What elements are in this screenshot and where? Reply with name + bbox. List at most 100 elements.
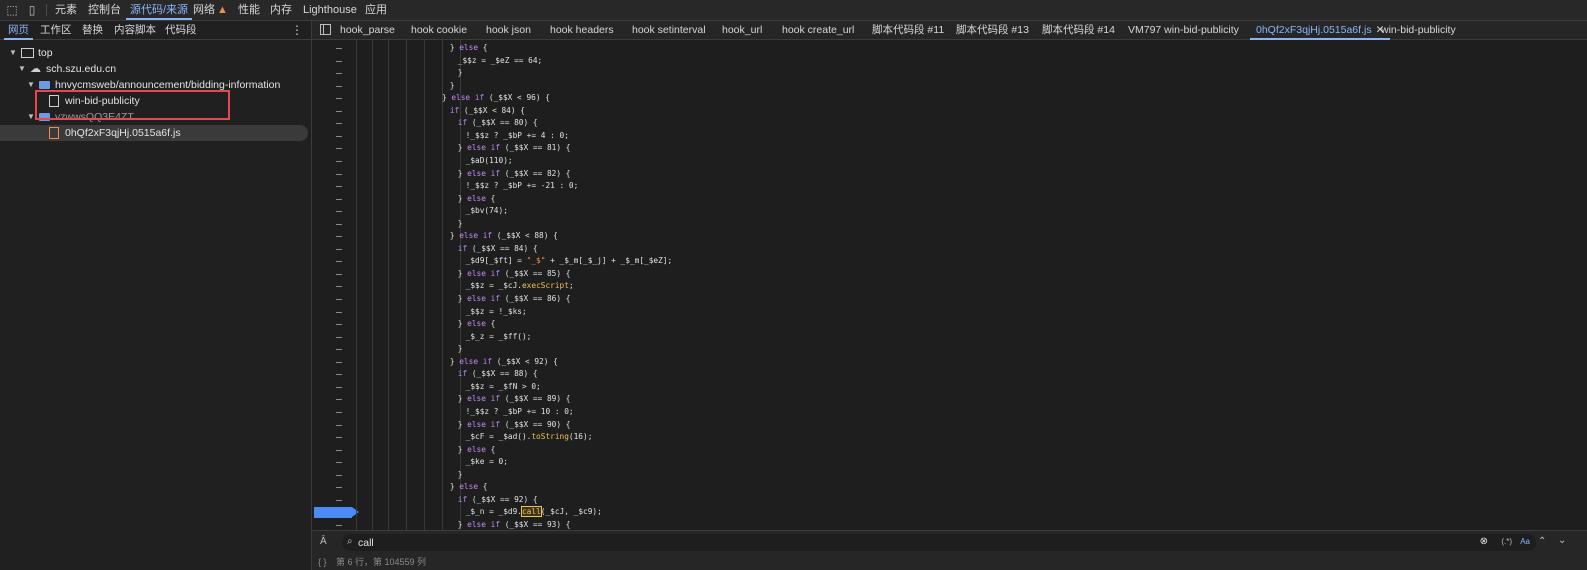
gutter-line-marker[interactable] [336, 135, 342, 137]
chevron-down-icon[interactable]: ▼ [9, 45, 17, 61]
editor-tab[interactable]: 脚本代码段 #11 [872, 21, 944, 39]
code-line: _$$z = _$cJ.execScript; [465, 281, 574, 291]
code-line: } else if (_$$X == 93) { [457, 519, 571, 529]
gutter-line-marker[interactable] [336, 110, 342, 112]
editor-tab[interactable]: hook_url [722, 21, 762, 39]
gutter-line-marker[interactable] [336, 474, 342, 476]
editor-tab[interactable]: 脚本代码段 #14 [1042, 21, 1115, 39]
editor-tab-label: 0hQf2xF3qjHj.0515a6f.js [1256, 24, 1372, 36]
gutter-line-marker[interactable] [336, 462, 342, 464]
gutter-line-marker[interactable] [336, 449, 342, 451]
code-line: } else { [457, 193, 496, 203]
tab-elements[interactable]: 元素 [55, 0, 77, 20]
gutter-line-marker[interactable] [336, 60, 342, 62]
code-line: } else if (_$$X == 82) { [457, 168, 571, 178]
editor-tab[interactable]: win-bid-publicity [1381, 21, 1456, 39]
tab-sources[interactable]: 源代码/来源 [125, 0, 193, 20]
tree-item-js-file[interactable]: 0hQf2xF3qjHj.0515a6f.js [0, 125, 308, 141]
gutter-line-marker[interactable] [336, 160, 342, 162]
code-editor[interactable]: } else {_$$z = _$eZ == 64;}}} else if (_… [312, 40, 1587, 530]
gutter-line-marker[interactable] [336, 85, 342, 87]
line-gutter[interactable] [312, 40, 359, 530]
gutter-line-marker[interactable] [336, 499, 342, 501]
gutter-line-marker[interactable] [336, 223, 342, 225]
tab-performance[interactable]: 性能 [238, 0, 260, 20]
gutter-line-marker[interactable] [336, 211, 342, 213]
gutter-line-marker[interactable] [336, 424, 342, 426]
gutter-line-marker[interactable] [336, 524, 342, 526]
tab-application[interactable]: 应用 [365, 0, 387, 20]
gutter-line-marker[interactable] [336, 173, 342, 175]
gutter-line-marker[interactable] [336, 273, 342, 275]
gutter-line-marker[interactable] [336, 411, 342, 413]
tab-lighthouse[interactable]: Lighthouse [303, 0, 357, 20]
editor-tab[interactable]: hook headers [550, 21, 614, 39]
gutter-line-marker[interactable] [336, 311, 342, 313]
gutter-line-marker[interactable] [336, 437, 342, 439]
match-case-toggle[interactable]: Aa [1520, 537, 1530, 546]
gutter-line-marker[interactable] [336, 336, 342, 338]
gutter-line-marker[interactable] [336, 123, 342, 125]
device-toolbar-icon[interactable]: ▯ [25, 3, 39, 17]
gutter-line-marker[interactable] [336, 386, 342, 388]
chevron-down-icon[interactable]: ⌄ [1558, 535, 1566, 546]
gutter-line-marker[interactable] [336, 487, 342, 489]
tab-workspace[interactable]: 工作区 [40, 21, 72, 39]
gutter-line-marker[interactable] [336, 324, 342, 326]
tree-item-top[interactable]: ▼ top [0, 45, 311, 61]
tab-overrides[interactable]: 替换 [82, 21, 103, 39]
code-line: if (_$$X == 88) { [457, 369, 538, 379]
indent-guide [388, 40, 389, 530]
code-line: _$$z = !_$ks; [465, 306, 527, 316]
gutter-line-marker[interactable] [336, 399, 342, 401]
regex-toggle[interactable]: (.*) [1501, 537, 1512, 546]
editor-tab[interactable]: hook_parse [340, 21, 395, 39]
clear-icon[interactable]: ⊗ [1480, 536, 1488, 547]
code-line: } else if (_$$X < 88) { [449, 231, 558, 241]
chevron-up-icon[interactable]: ⌃ [1538, 536, 1546, 547]
tab-network[interactable]: 网络 ▲ [193, 0, 228, 20]
gutter-line-marker[interactable] [336, 374, 342, 376]
code-line: } else if (_$$X < 96) { [441, 93, 550, 103]
code-line: if (_$$X < 84) { [449, 105, 525, 115]
editor-tab-active[interactable]: 0hQf2xF3qjHj.0515a6f.js ✕ [1249, 21, 1391, 40]
gutter-line-marker[interactable] [336, 198, 342, 200]
tab-memory[interactable]: 内存 [270, 0, 292, 20]
more-options-icon[interactable]: ⋮ [291, 23, 303, 37]
gutter-line-marker[interactable] [336, 98, 342, 100]
gutter-line-marker[interactable] [336, 261, 342, 263]
editor-tab[interactable]: VM797 win-bid-publicity [1128, 21, 1239, 39]
gutter-line-marker[interactable] [336, 148, 342, 150]
gutter-line-marker[interactable] [336, 236, 342, 238]
gutter-line-marker[interactable] [336, 286, 342, 288]
editor-tab[interactable]: hook json [486, 21, 531, 39]
tab-snippets[interactable]: 代码段 [165, 21, 197, 39]
replace-toggle-icon[interactable]: Ā [320, 536, 327, 547]
tree-item-label: 0hQf2xF3qjHj.0515a6f.js [65, 127, 181, 139]
tree-item-label: sch.szu.edu.cn [46, 63, 117, 75]
tree-item-domain[interactable]: ▼ ☁ sch.szu.edu.cn [0, 61, 311, 77]
chevron-down-icon[interactable]: ▼ [27, 109, 35, 125]
gutter-line-marker[interactable] [336, 299, 342, 300]
gutter-line-marker[interactable] [336, 248, 342, 250]
gutter-line-marker[interactable] [336, 361, 342, 363]
editor-tab[interactable]: 脚本代码段 #13 [956, 21, 1029, 39]
inspect-element-icon[interactable]: ⬚ [5, 3, 19, 17]
tab-page[interactable]: 网页 [4, 21, 33, 40]
gutter-line-marker[interactable] [336, 48, 342, 49]
gutter-line-marker[interactable] [336, 73, 342, 75]
chevron-down-icon[interactable]: ▼ [27, 77, 35, 93]
search-input[interactable] [358, 535, 1358, 550]
tab-console[interactable]: 控制台 [88, 0, 121, 20]
tab-content-scripts[interactable]: 内容脚本 [114, 21, 156, 39]
editor-tab[interactable]: hook cookie [411, 21, 467, 39]
gutter-line-marker[interactable] [336, 186, 342, 188]
editor-tab[interactable]: hook create_url [782, 21, 854, 39]
toggle-navigator-icon[interactable] [320, 24, 331, 35]
breakpoint-marker[interactable] [314, 507, 359, 519]
annotation-highlight-box [35, 90, 230, 120]
chevron-down-icon[interactable]: ▼ [18, 61, 26, 77]
code-line: _$$z = _$eZ == 64; [457, 55, 543, 65]
gutter-line-marker[interactable] [336, 349, 342, 351]
editor-tab[interactable]: hook setinterval [632, 21, 706, 39]
